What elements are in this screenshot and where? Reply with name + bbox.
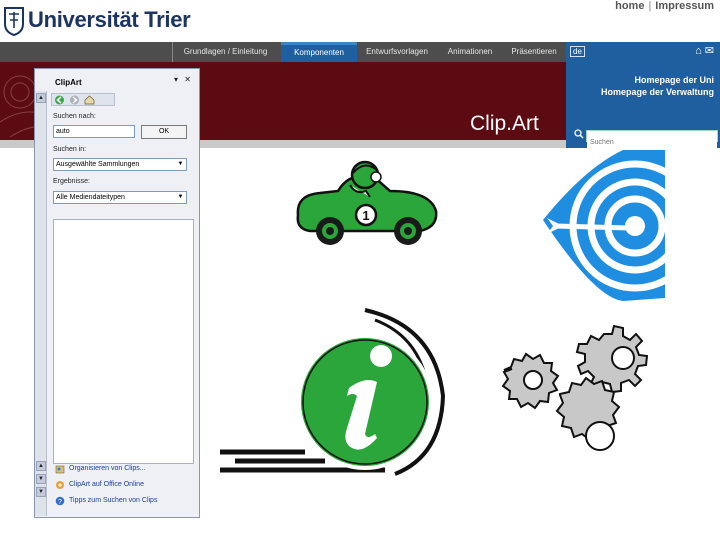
- organize-clips-link[interactable]: Organisieren von Clips...: [69, 465, 146, 472]
- pane-menu-icon[interactable]: ▾: [174, 75, 178, 84]
- home-link[interactable]: home: [613, 0, 646, 12]
- mail-icon[interactable]: ✉: [705, 45, 714, 57]
- chevron-down-icon[interactable]: ▼: [175, 159, 186, 170]
- home-icon[interactable]: ⌂: [695, 45, 702, 57]
- clipart-task-pane: ▲ ▲ ▼ ▼ ClipArt ▾ ✕ Suchen nach: auto OK…: [34, 68, 200, 518]
- back-icon[interactable]: [54, 95, 65, 105]
- university-logo[interactable]: Universität Trier: [0, 0, 191, 42]
- pane-controls: ▾ ✕: [174, 75, 191, 84]
- ok-button[interactable]: OK: [141, 125, 187, 139]
- scroll-down-icon[interactable]: ▼: [36, 487, 46, 497]
- clipart-online-link[interactable]: ClipArt auf Office Online: [69, 481, 144, 488]
- forward-icon[interactable]: [69, 95, 80, 105]
- search-icon: [574, 129, 584, 139]
- search-box: [586, 130, 718, 148]
- main-nav: Grundlagen / Einleitung Komponenten Entw…: [0, 42, 566, 62]
- search-in-label: Suchen in:: [53, 146, 87, 153]
- pane-toolbar: [51, 93, 115, 106]
- media-types-value: Alle Mediendateitypen: [56, 194, 125, 201]
- results-area[interactable]: [53, 219, 194, 464]
- media-types-select[interactable]: Alle Mediendateitypen ▼: [53, 191, 187, 204]
- svg-text:?: ?: [58, 499, 62, 506]
- search-input[interactable]: [587, 137, 717, 148]
- tab-entwurfsvorlagen[interactable]: Entwurfsvorlagen: [359, 42, 435, 62]
- scroll-up-icon[interactable]: ▲: [36, 93, 46, 103]
- home-icon[interactable]: [84, 95, 95, 105]
- pane-title: ClipArt: [55, 78, 82, 87]
- office-online-icon: [56, 481, 64, 489]
- tab-komponenten[interactable]: Komponenten: [281, 42, 357, 62]
- logo-text: Universität Trier: [28, 7, 191, 32]
- help-icon: ?: [55, 496, 65, 506]
- gears-clipart: [501, 324, 649, 451]
- language-switch[interactable]: de: [570, 46, 585, 57]
- tab-praesentieren[interactable]: Präsentieren: [505, 42, 563, 62]
- uni-homepage-link[interactable]: Homepage der Uni: [634, 75, 714, 85]
- right-info-box: de ⌂ ✉ Homepage der Uni Homepage der Ver…: [566, 42, 720, 148]
- tab-animationen[interactable]: Animationen: [437, 42, 503, 62]
- svg-text:1: 1: [362, 208, 369, 223]
- organize-icon: [55, 465, 65, 474]
- tab-grundlagen[interactable]: Grundlagen / Einleitung: [172, 42, 278, 62]
- university-seal-icon: [4, 7, 24, 36]
- info-clipart: [220, 308, 446, 476]
- chevron-down-icon[interactable]: ▼: [175, 192, 186, 203]
- search-label: Suchen nach:: [53, 113, 96, 120]
- header-icons: ⌂ ✉: [695, 44, 714, 57]
- scroll-bottom-icon[interactable]: ▼: [36, 474, 46, 484]
- search-term-field[interactable]: auto: [53, 125, 135, 138]
- admin-homepage-link[interactable]: Homepage der Verwaltung: [601, 87, 714, 97]
- pane-scrollbar[interactable]: ▲ ▲ ▼ ▼: [35, 91, 47, 516]
- results-label: Ergebnisse:: [53, 178, 90, 185]
- target-clipart: [543, 150, 665, 301]
- page-title: Clip.Art: [470, 112, 539, 135]
- race-car-clipart: 1: [296, 160, 438, 245]
- top-links: home | Impressum: [613, 0, 716, 12]
- search-tips-link[interactable]: Tipps zum Suchen von Clips: [69, 497, 157, 504]
- collections-value: Ausgewählte Sammlungen: [56, 161, 140, 168]
- collections-select[interactable]: Ausgewählte Sammlungen ▼: [53, 158, 187, 171]
- scroll-top-icon[interactable]: ▲: [36, 461, 46, 471]
- impressum-link[interactable]: Impressum: [653, 0, 716, 12]
- close-icon[interactable]: ✕: [184, 75, 191, 84]
